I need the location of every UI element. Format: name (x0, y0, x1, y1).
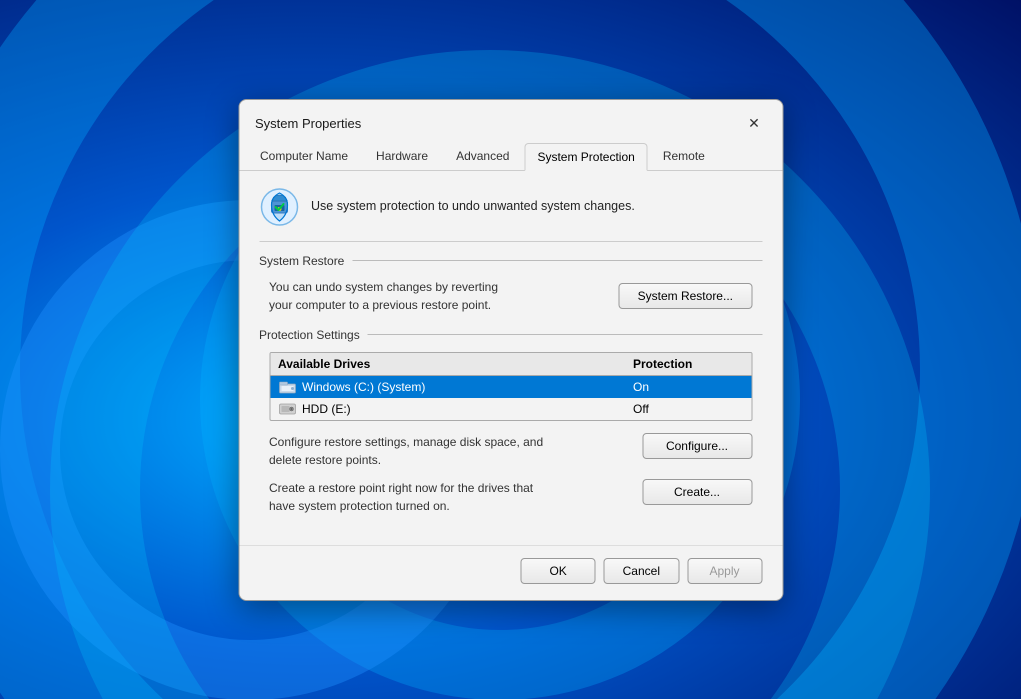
drive-row-c[interactable]: Windows (C:) (System) On (270, 376, 751, 398)
tab-computer-name[interactable]: Computer Name (247, 142, 361, 170)
drive-row-e[interactable]: HDD (E:) Off (270, 398, 751, 420)
dialog-footer: OK Cancel Apply (239, 545, 782, 600)
create-description: Create a restore point right now for the… (269, 479, 533, 515)
configure-button[interactable]: Configure... (642, 433, 752, 459)
system-restore-label: System Restore (259, 254, 762, 268)
apply-button[interactable]: Apply (687, 558, 762, 584)
tab-hardware[interactable]: Hardware (363, 142, 441, 170)
configure-section: Configure restore settings, manage disk … (259, 433, 762, 469)
col-header-drive: Available Drives (278, 357, 633, 371)
header-section: Use system protection to undo unwanted s… (259, 187, 762, 242)
header-description: Use system protection to undo unwanted s… (311, 198, 635, 216)
ok-button[interactable]: OK (521, 558, 596, 584)
drives-table-header: Available Drives Protection (270, 353, 751, 376)
system-restore-content: You can undo system changes by reverting… (259, 278, 762, 314)
system-restore-button[interactable]: System Restore... (619, 283, 752, 309)
drive-c-name: Windows (C:) (System) (278, 380, 633, 394)
drive-c-protection: On (633, 380, 743, 394)
tabs-bar: Computer Name Hardware Advanced System P… (239, 136, 782, 171)
system-restore-description: You can undo system changes by reverting… (269, 278, 498, 314)
system-properties-dialog: System Properties ✕ Computer Name Hardwa… (238, 99, 783, 601)
title-bar: System Properties ✕ (239, 100, 782, 136)
tab-remote[interactable]: Remote (650, 142, 718, 170)
tab-system-protection[interactable]: System Protection (524, 143, 647, 171)
tab-advanced[interactable]: Advanced (443, 142, 522, 170)
dialog-title: System Properties (255, 116, 361, 131)
system-restore-section: System Restore You can undo system chang… (259, 254, 762, 314)
drive-c-icon (278, 380, 296, 394)
drive-e-protection: Off (633, 402, 743, 416)
close-button[interactable]: ✕ (742, 112, 766, 136)
col-header-protection: Protection (633, 357, 743, 371)
protection-settings-label: Protection Settings (259, 328, 762, 342)
cancel-button[interactable]: Cancel (604, 558, 679, 584)
create-button[interactable]: Create... (642, 479, 752, 505)
configure-description: Configure restore settings, manage disk … (269, 433, 543, 469)
dialog-content: Use system protection to undo unwanted s… (239, 171, 782, 545)
system-protection-icon (259, 187, 299, 227)
drives-table: Available Drives Protection (269, 352, 752, 421)
protection-settings-section: Protection Settings Available Drives Pro… (259, 328, 762, 515)
drive-e-name: HDD (E:) (278, 402, 633, 416)
drive-e-icon (278, 402, 296, 416)
create-section: Create a restore point right now for the… (259, 479, 762, 515)
